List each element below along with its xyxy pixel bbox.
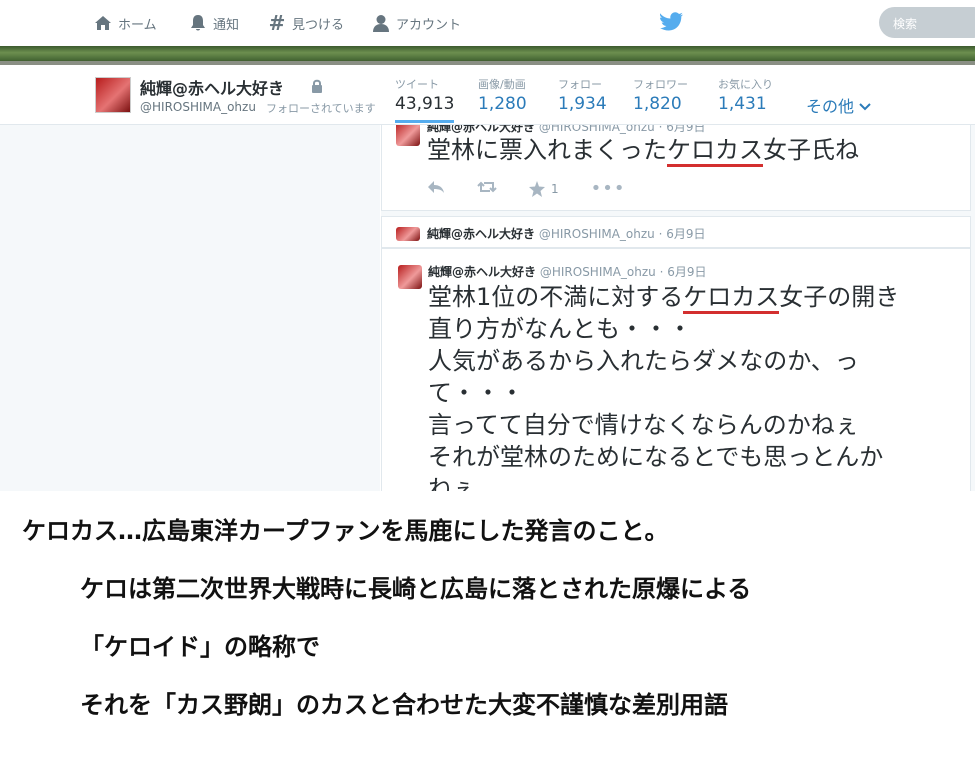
timeline: 純輝@赤ヘル大好き @HIROSHIMA_ohzu · 6月9日 堂林に票入れま… (381, 125, 975, 491)
tweet-line: ねぇ (428, 475, 476, 491)
tweet-author-handle: @HIROSHIMA_ohzu (538, 125, 655, 134)
more-label: その他 (806, 97, 855, 116)
tweet-text-part: 堂林に票入れまくった (427, 136, 667, 164)
stat-value: 1,934 (558, 94, 607, 114)
star-icon (529, 180, 545, 197)
tweet-line: 言ってて自分で情けなくならんのかねぇ (428, 411, 859, 439)
stat-favorites[interactable]: お気に入り 1,431 (718, 76, 773, 114)
stat-label: お気に入り (718, 78, 773, 91)
nav-home-label: ホーム (118, 17, 157, 33)
avatar[interactable] (95, 77, 131, 113)
tweet-line: それが堂林のためになるとでも思っとんか (428, 443, 884, 471)
stat-label: フォロー (558, 78, 602, 91)
annotation-caption: ケロカス…広島東洋カープファンを馬鹿にした発言のこと。 ケロは第二次世界大戦時に… (0, 491, 975, 762)
profile-name[interactable]: 純輝@赤ヘル大好き (140, 75, 284, 99)
stat-media[interactable]: 画像/動画 1,280 (478, 76, 527, 114)
retweet-icon[interactable] (477, 179, 497, 198)
tweet-avatar[interactable] (396, 227, 420, 241)
tweet-date[interactable]: · 6月9日 (659, 227, 706, 241)
tweet-author-name[interactable]: 純輝@赤ヘル大好き (428, 265, 536, 279)
tweet[interactable]: 純輝@赤ヘル大好き @HIROSHIMA_ohzu · 6月9日 堂林1位の不満… (381, 248, 971, 491)
favorite-button[interactable]: 1 (529, 180, 559, 197)
profile-handle: @HIROSHIMA_ohzu (140, 100, 256, 114)
tweet[interactable]: 純輝@赤ヘル大好き @HIROSHIMA_ohzu · 6月9日 (381, 216, 971, 248)
stat-value: 43,913 (395, 94, 455, 114)
person-icon (372, 14, 390, 32)
tweet-text-part: 女子の開き (779, 283, 900, 311)
home-icon (94, 14, 112, 32)
tweet-text: 堂林1位の不満に対するケロカス女子の開き 直り方がなんとも・・・ 人気があるから… (428, 281, 968, 491)
stat-label: 画像/動画 (478, 78, 526, 91)
tweet-text-highlight: ケロカス (667, 136, 763, 167)
caption-line: 「ケロイド」の略称で (80, 633, 320, 661)
tweet-line: 堂林1位の不満に対するケロカス女子の開き (428, 281, 968, 314)
tweet-avatar[interactable] (396, 125, 420, 146)
tweet-avatar[interactable] (398, 265, 422, 289)
left-sidebar (0, 125, 380, 491)
tweet-text: 堂林に票入れまくったケロカス女子氏ね (427, 134, 859, 167)
nav-discover-label: 見つける (292, 17, 345, 33)
top-navigation-bar: ホーム 通知 # 見つける アカウント 検索 (0, 0, 975, 46)
hashtag-icon: # (268, 11, 286, 35)
tweet-line: て・・・ (428, 379, 524, 407)
lock-icon (311, 78, 323, 93)
nav-discover[interactable]: # 見つける (268, 11, 345, 35)
tweet-author-handle: @HIROSHIMA_ohzu (539, 265, 656, 279)
more-menu-button[interactable]: その他 (806, 93, 871, 117)
nav-home[interactable]: ホーム (94, 12, 157, 34)
tweet-date[interactable]: · 6月9日 (660, 265, 707, 279)
nav-account[interactable]: アカウント (372, 12, 461, 34)
tweet-author-name[interactable]: 純輝@赤ヘル大好き (427, 227, 535, 241)
favorite-count: 1 (551, 181, 559, 196)
tweet-line: 直り方がなんとも・・・ (428, 315, 692, 343)
tweet-author-handle: @HIROSHIMA_ohzu (538, 227, 655, 241)
stat-label: フォロワー (633, 78, 688, 91)
stat-value: 1,280 (478, 94, 527, 114)
tweet-text-highlight: ケロカス (683, 283, 780, 314)
bell-icon (189, 14, 207, 32)
tweet-text-part: 堂林1位の不満に対する (428, 283, 684, 311)
nav-account-label: アカウント (396, 17, 462, 33)
reply-icon[interactable] (427, 179, 445, 198)
nav-notifications-label: 通知 (213, 17, 240, 33)
tweet-line: 人気があるから入れたらダメなのか、っ (428, 347, 859, 375)
twitter-bird-icon[interactable] (659, 12, 684, 34)
nav-notifications[interactable]: 通知 (189, 12, 239, 34)
follows-you-badge: フォローされています (266, 102, 376, 115)
stat-label: ツイート (395, 78, 439, 91)
tweet-header: 純輝@赤ヘル大好き @HIROSHIMA_ohzu · 6月9日 (427, 225, 706, 242)
caption-line: ケロは第二次世界大戦時に長崎と広島に落とされた原爆による (80, 575, 752, 603)
search-input[interactable]: 検索 (879, 7, 975, 38)
stat-tweets[interactable]: ツイート 43,913 (395, 76, 455, 123)
stat-value: 1,431 (718, 94, 767, 114)
search-placeholder: 検索 (893, 17, 918, 31)
tweet-text-part: 女子氏ね (763, 136, 859, 164)
stat-value: 1,820 (633, 94, 682, 114)
profile-banner-image (0, 46, 975, 65)
more-dots-icon[interactable]: ••• (591, 178, 626, 199)
profile-navigation: 純輝@赤ヘル大好き @HIROSHIMA_ohzu フォローされています ツイー… (0, 65, 975, 125)
tweet-author-name[interactable]: 純輝@赤ヘル大好き (427, 125, 535, 134)
tweet-header: 純輝@赤ヘル大好き @HIROSHIMA_ohzu · 6月9日 (428, 263, 707, 280)
tweet-date[interactable]: · 6月9日 (659, 125, 706, 134)
caption-line: ケロカス…広島東洋カープファンを馬鹿にした発言のこと。 (22, 517, 669, 545)
stat-following[interactable]: フォロー 1,934 (558, 76, 607, 114)
chevron-down-icon (859, 97, 871, 116)
tweet[interactable]: 純輝@赤ヘル大好き @HIROSHIMA_ohzu · 6月9日 堂林に票入れま… (381, 125, 971, 211)
tweet-actions: 1 ••• (427, 178, 626, 199)
stat-followers[interactable]: フォロワー 1,820 (633, 76, 688, 114)
caption-line: それを「カス野朗」のカスと合わせた大変不謹慎な差別用語 (80, 691, 728, 719)
